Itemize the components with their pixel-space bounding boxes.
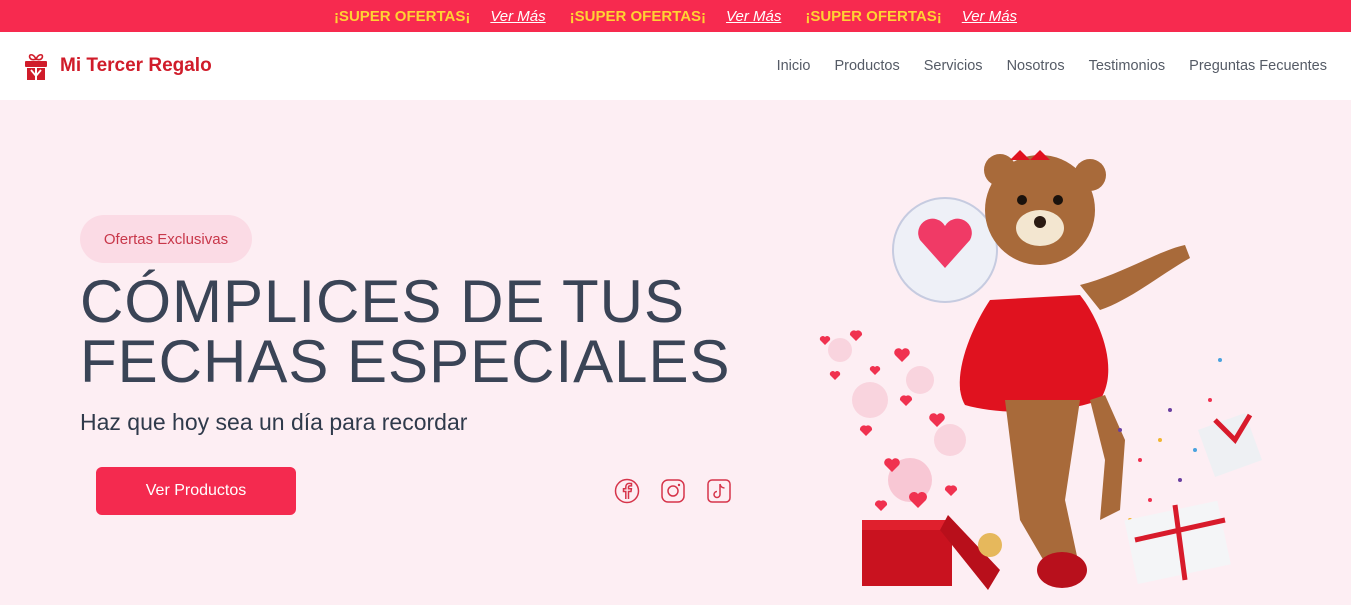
nav-preguntas[interactable]: Preguntas Fecuentes [1189, 58, 1327, 74]
headline-line-1: CÓMPLICES DE TUS [80, 268, 686, 335]
nav-servicios[interactable]: Servicios [924, 58, 983, 74]
white-gift-boxes [1124, 412, 1263, 585]
heart-balloon [892, 197, 998, 303]
main-nav: Inicio Productos Servicios Nosotros Test… [753, 32, 1327, 100]
red-gift-box [862, 515, 1002, 590]
nav-testimonios[interactable]: Testimonios [1089, 58, 1166, 74]
hero-subtitle: Haz que hoy sea un día para recordar [80, 409, 468, 435]
instagram-icon[interactable] [660, 478, 686, 504]
offers-badge: Ofertas Exclusivas [80, 215, 252, 263]
brand-name: Mi Tercer Regalo [60, 55, 212, 76]
view-products-button[interactable]: Ver Productos [96, 467, 296, 515]
gift-logo-icon [25, 53, 47, 80]
headline-line-2: FECHAS ESPECIALES [80, 328, 731, 395]
brand[interactable]: Mi Tercer Regalo [24, 50, 212, 82]
promo-text: ¡SUPER OFERTAS¡ [333, 7, 471, 25]
hero-section: Ofertas Exclusivas CÓMPLICES DE TUS FECH… [0, 100, 1351, 605]
promo-link[interactable]: Ver Más [962, 8, 1017, 25]
promo-link[interactable]: Ver Más [726, 8, 781, 25]
teddy-bear-gift-illustration [819, 150, 1263, 590]
promo-item: ¡SUPER OFERTAS¡ Ver Más [805, 8, 1017, 25]
nav-nosotros[interactable]: Nosotros [1007, 58, 1065, 74]
promo-text: ¡SUPER OFERTAS¡ [569, 7, 707, 25]
promo-link[interactable]: Ver Más [490, 8, 545, 25]
nav-productos[interactable]: Productos [834, 58, 899, 74]
social-links [614, 478, 732, 504]
hero-headline: CÓMPLICES DE TUS FECHAS ESPECIALES [80, 272, 780, 392]
tiktok-icon[interactable] [706, 478, 732, 504]
nav-inicio[interactable]: Inicio [777, 58, 811, 74]
promo-item: ¡SUPER OFERTAS¡ Ver Más [334, 8, 546, 25]
promo-item: ¡SUPER OFERTAS¡ Ver Más [570, 8, 782, 25]
facebook-icon[interactable] [614, 478, 640, 504]
hearts-cloud [819, 330, 973, 536]
promo-bar: ¡SUPER OFERTAS¡ Ver Más ¡SUPER OFERTAS¡ … [0, 0, 1351, 32]
site-header: Mi Tercer Regalo Inicio Productos Servic… [0, 32, 1351, 100]
promo-text: ¡SUPER OFERTAS¡ [805, 7, 942, 25]
